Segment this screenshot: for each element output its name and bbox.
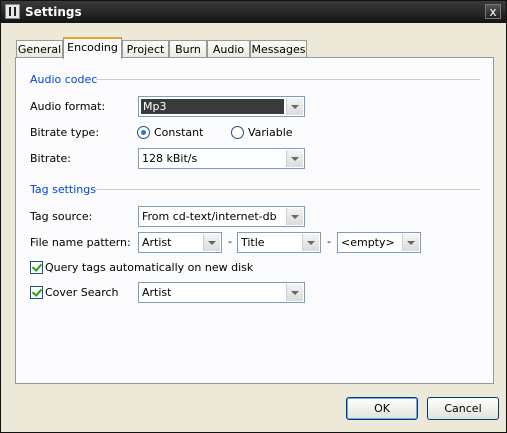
cover-search-checkbox[interactable] [30,286,43,299]
file-name-pattern-label: File name pattern: [30,236,131,249]
encoding-panel: Audio codec Audio format: Mp3 Bitrate ty… [15,57,494,384]
variable-label[interactable]: Variable [248,126,293,139]
pattern-value-1: Artist [142,236,172,249]
chevron-down-icon[interactable] [203,234,220,251]
audio-codec-divider [96,79,480,80]
tab-audio[interactable]: Audio [207,40,250,58]
chevron-down-icon[interactable] [286,98,303,115]
tab-encoding[interactable]: Encoding [63,37,122,59]
tag-source-select[interactable]: From cd-text/internet-db [138,206,305,227]
tab-project[interactable]: Project [122,40,169,58]
chevron-down-icon[interactable] [402,234,419,251]
chevron-down-icon[interactable] [286,284,303,301]
tab-messages[interactable]: Messages [250,40,307,58]
chevron-down-icon[interactable] [286,208,303,225]
pattern-separator-1: - [228,235,232,248]
cancel-button[interactable]: Cancel [427,397,499,420]
cover-search-label[interactable]: Cover Search [45,286,119,299]
cover-search-select[interactable]: Artist [138,282,305,303]
tag-settings-divider [96,189,480,190]
pattern-separator-2: - [327,235,331,248]
bitrate-value: 128 kBit/s [142,152,198,165]
bitrate-label: Bitrate: [30,152,71,165]
settings-window: Settings x General Encoding Project Burn… [0,0,507,433]
audio-format-value: Mp3 [141,99,284,114]
chevron-down-icon[interactable] [302,234,319,251]
tab-burn[interactable]: Burn [169,40,207,58]
constant-label[interactable]: Constant [154,126,203,139]
query-tags-checkbox[interactable] [30,261,43,274]
ok-button[interactable]: OK [346,397,418,420]
app-icon [5,4,20,19]
audio-format-select[interactable]: Mp3 [138,96,305,117]
tag-source-label: Tag source: [30,210,93,223]
bitrate-type-label: Bitrate type: [30,126,100,139]
audio-codec-group-title: Audio codec [30,73,98,86]
query-tags-label[interactable]: Query tags automatically on new disk [45,261,253,274]
constant-radio[interactable] [137,126,150,139]
tab-general[interactable]: General [16,40,63,58]
cover-search-value: Artist [142,286,172,299]
window-title: Settings [25,5,82,19]
pattern-value-3: <empty> [341,236,395,249]
audio-format-label: Audio format: [30,100,106,113]
pattern-value-2: Title [241,236,265,249]
tag-settings-group-title: Tag settings [30,183,96,196]
pattern-select-3[interactable]: <empty> [337,232,421,253]
tag-source-value: From cd-text/internet-db [142,210,277,223]
chevron-down-icon[interactable] [286,150,303,167]
pattern-select-2[interactable]: Title [237,232,321,253]
pattern-select-1[interactable]: Artist [138,232,222,253]
bitrate-select[interactable]: 128 kBit/s [138,148,305,169]
variable-radio[interactable] [231,126,244,139]
close-button[interactable]: x [485,4,501,19]
title-bar[interactable]: Settings x [1,1,506,23]
